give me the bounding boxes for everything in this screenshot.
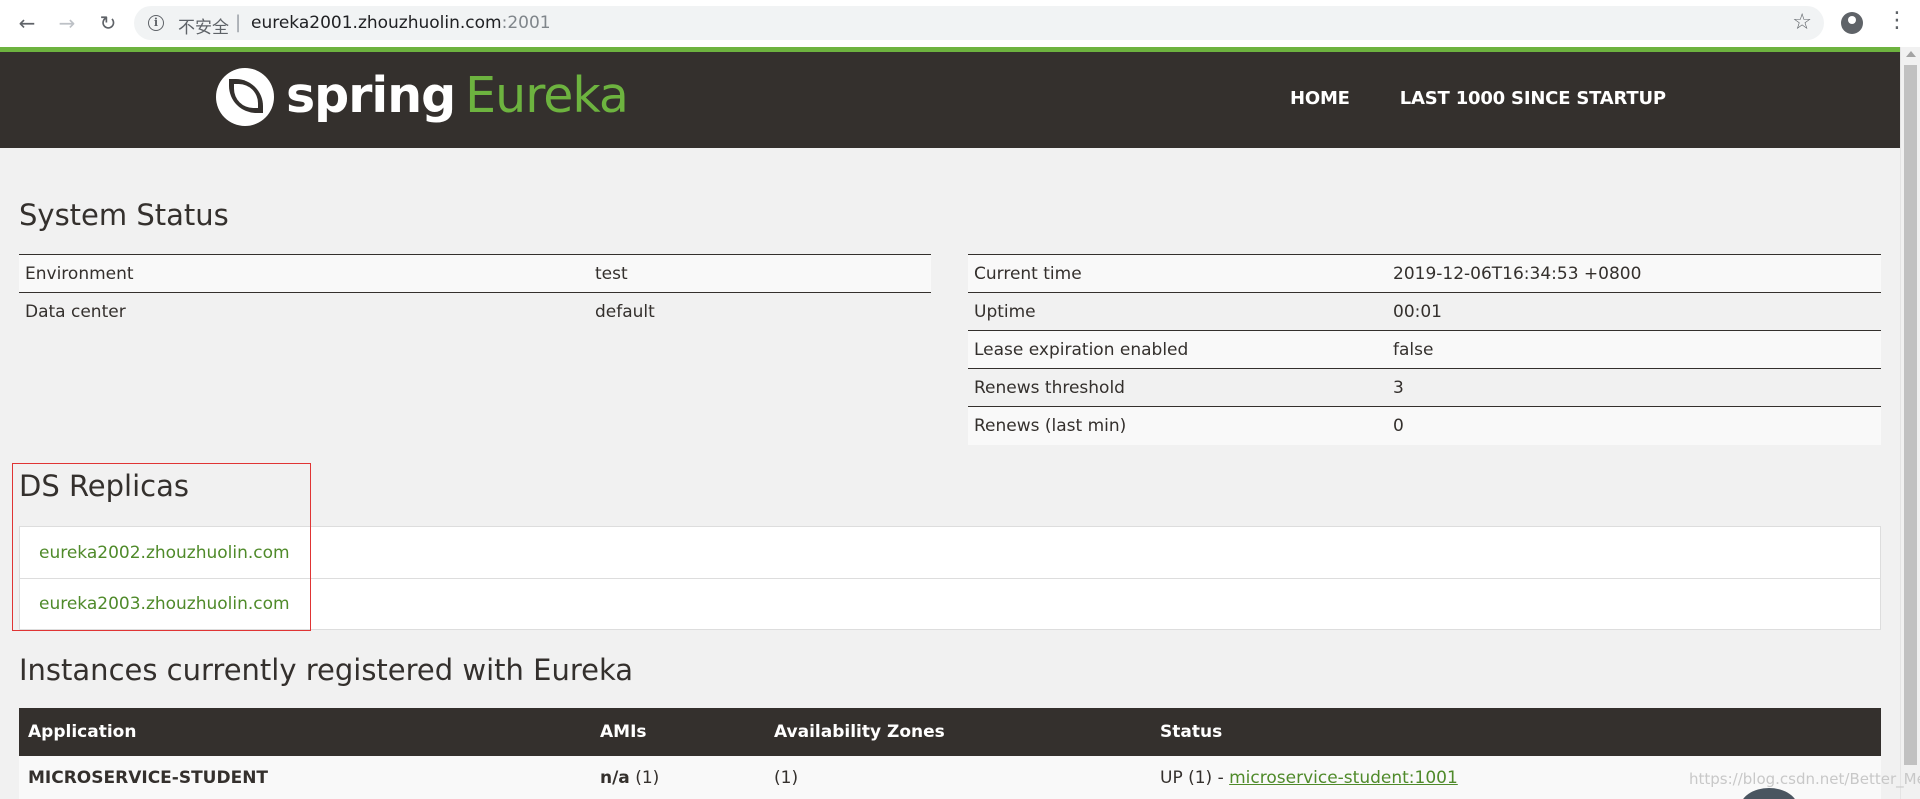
separator: | [235, 12, 242, 33]
more-vert-icon[interactable]: ⋮ [1886, 8, 1908, 34]
row-value: 3 [1387, 368, 1881, 407]
table-row: Lease expiration enabled false [968, 330, 1881, 369]
scroll-up-icon[interactable] [1906, 51, 1916, 57]
nav-home[interactable]: HOME [1290, 88, 1350, 109]
address-bar[interactable]: i 不安全 | eureka2001.zhouzhuolin.com:2001 … [134, 6, 1824, 40]
column-header: AMIs [591, 708, 765, 756]
table-row: Data center default [19, 292, 931, 331]
table-row: Current time 2019-12-06T16:34:53 +0800 [968, 254, 1881, 293]
forward-icon[interactable]: → [54, 10, 80, 36]
row-label: Renews (last min) [968, 406, 1387, 445]
table-row: Uptime 00:01 [968, 292, 1881, 331]
system-status-title: System Status [19, 198, 229, 232]
row-label: Current time [968, 254, 1387, 293]
row-value: 0 [1387, 406, 1881, 445]
row-value: 00:01 [1387, 292, 1881, 331]
url-text[interactable]: eureka2001.zhouzhuolin.com:2001 [251, 13, 551, 33]
scrollbar[interactable] [1900, 47, 1920, 799]
instance-link[interactable]: microservice-student:1001 [1229, 768, 1458, 788]
instances-title: Instances currently registered with Eure… [19, 653, 634, 687]
column-header: Application [19, 708, 591, 756]
app-header: spring Eureka HOME LAST 1000 SINCE STARTU… [0, 52, 1900, 148]
watermark: https://blog.csdn.net/Better_Mei [1689, 770, 1920, 788]
nav-last-1000[interactable]: LAST 1000 SINCE STARTUP [1400, 88, 1666, 109]
table-header-row: Application AMIs Availability Zones Stat… [19, 708, 1881, 756]
row-value: test [589, 254, 931, 293]
amis-cell: n/a (1) [591, 756, 765, 799]
highlight-box [12, 463, 311, 631]
system-status-right-table: Current time 2019-12-06T16:34:53 +0800 U… [968, 254, 1881, 445]
zones-cell: (1) [765, 756, 1151, 799]
account-circle-icon[interactable] [1841, 12, 1863, 34]
table-row: Environment test [19, 254, 931, 293]
logo-text: spring Eureka [286, 67, 629, 124]
table-row: MICROSERVICE-STUDENT n/a (1) (1) UP (1) … [19, 756, 1881, 799]
scroll-thumb[interactable] [1904, 65, 1917, 765]
row-label: Data center [19, 292, 589, 331]
table-row: Renews threshold 3 [968, 368, 1881, 407]
row-label: Lease expiration enabled [968, 330, 1387, 369]
row-value: default [589, 292, 931, 331]
row-label: Environment [19, 254, 589, 293]
back-icon[interactable]: ← [14, 10, 40, 36]
system-status-left-table: Environment test Data center default [19, 254, 931, 331]
browser-toolbar: ← → ↻ i 不安全 | eureka2001.zhouzhuolin.com… [0, 0, 1920, 47]
row-label: Uptime [968, 292, 1387, 331]
row-label: Renews threshold [968, 368, 1387, 407]
info-icon[interactable]: i [148, 15, 164, 31]
row-value: false [1387, 330, 1881, 369]
star-icon[interactable]: ☆ [1792, 10, 1812, 35]
column-header: Status [1151, 708, 1881, 756]
security-label[interactable]: 不安全 [178, 13, 229, 38]
table-row: Renews (last min) 0 [968, 406, 1881, 445]
column-header: Availability Zones [765, 708, 1151, 756]
instances-table: Application AMIs Availability Zones Stat… [19, 708, 1881, 799]
application-cell: MICROSERVICE-STUDENT [19, 756, 591, 799]
reload-icon[interactable]: ↻ [95, 10, 121, 36]
top-nav: HOME LAST 1000 SINCE STARTUP [1290, 88, 1666, 109]
spring-leaf-icon [216, 68, 274, 126]
row-value: 2019-12-06T16:34:53 +0800 [1387, 254, 1881, 293]
